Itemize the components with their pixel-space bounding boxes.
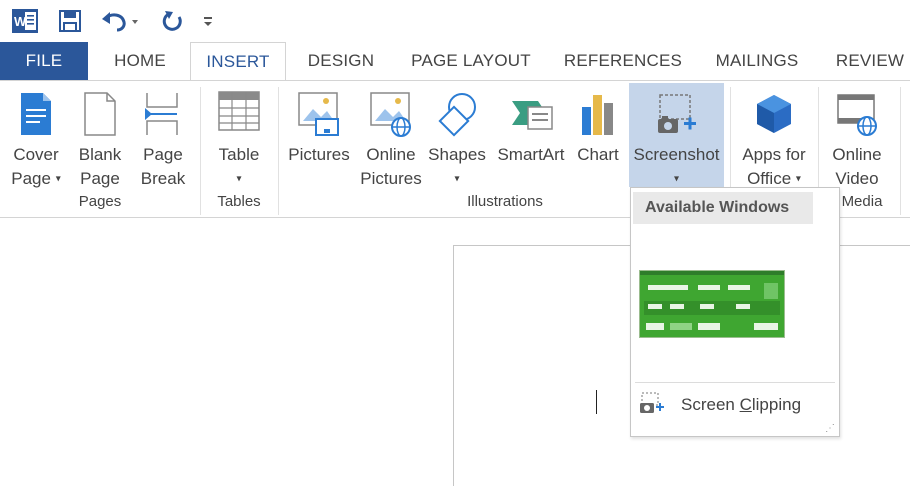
tab-file[interactable]: FILE [0, 42, 88, 80]
tab-page-layout[interactable]: PAGE LAYOUT [400, 42, 542, 80]
tab-review[interactable]: REVIEW [828, 42, 910, 80]
resize-grip-icon[interactable]: ⋰ [825, 424, 835, 434]
online-video-icon [834, 91, 880, 142]
tab-references[interactable]: REFERENCES [556, 42, 690, 80]
screenshot-button[interactable]: Screenshot ▾ [629, 83, 724, 187]
tab-design[interactable]: DESIGN [296, 42, 386, 80]
chart-label: Chart [577, 145, 619, 164]
blank-page-label-line1: Blank [78, 145, 122, 164]
group-label-pages: Pages [78, 193, 122, 210]
chevron-down-icon: ▾ [55, 173, 61, 185]
screen-clipping-icon [639, 392, 665, 419]
online-pictures-label-line1: Online [366, 145, 416, 164]
svg-text:W: W [14, 14, 27, 29]
menu-separator [635, 382, 835, 383]
save-icon[interactable] [56, 8, 84, 34]
page-break-icon [143, 91, 183, 142]
page-break-label-line1: Page [143, 145, 183, 164]
online-pictures-button[interactable]: Online Pictures [358, 83, 424, 195]
available-windows-header: Available Windows [633, 192, 813, 224]
group-label-tables: Tables [217, 193, 261, 210]
online-pictures-label-line2: Pictures [360, 169, 422, 188]
chevron-down-icon: ▾ [795, 173, 801, 185]
online-pictures-icon [368, 91, 414, 142]
table-icon [218, 91, 260, 136]
screenshot-dropdown: Available Windows Screen Clipping ⋰ [630, 187, 840, 437]
shapes-button[interactable]: Shapes ▾ [428, 83, 486, 195]
redo-icon[interactable] [158, 8, 186, 34]
undo-icon[interactable] [98, 8, 142, 34]
screenshot-label: Screenshot [633, 145, 720, 164]
table-label: Table [218, 145, 260, 164]
pictures-icon [296, 91, 342, 142]
word-logo-icon[interactable]: W [10, 8, 40, 34]
page-break-label-line2: Break [140, 169, 186, 188]
group-divider [200, 87, 201, 215]
group-divider [900, 87, 901, 215]
apps-for-office-label-line1: Apps for [742, 145, 806, 164]
online-video-label-line1: Online [832, 145, 882, 164]
blank-page-button[interactable]: Blank Page [72, 83, 128, 195]
group-label-illustrations: Illustrations [467, 193, 543, 210]
cover-page-label-line2: Page [11, 169, 51, 188]
chart-icon [578, 91, 618, 142]
smartart-icon [508, 91, 554, 142]
chevron-down-icon: ▾ [673, 173, 680, 185]
chart-button[interactable]: Chart [574, 83, 622, 195]
ribbon-tabs: FILE HOME INSERT DESIGN PAGE LAYOUT REFE… [0, 42, 910, 81]
text-cursor [596, 390, 597, 414]
smartart-button[interactable]: SmartArt [490, 83, 572, 195]
table-button[interactable]: Table ▾ [208, 83, 270, 195]
smartart-label: SmartArt [497, 145, 565, 164]
cover-page-button[interactable]: Cover Page ▾ [6, 83, 66, 195]
tab-insert[interactable]: INSERT [190, 42, 286, 81]
quick-access-toolbar: W [0, 0, 910, 42]
online-video-button[interactable]: Online Video [826, 83, 888, 195]
apps-for-office-icon [751, 91, 797, 142]
tab-mailings[interactable]: MAILINGS [702, 42, 812, 80]
screen-clipping-menu-item[interactable]: Screen Clipping [639, 388, 829, 422]
group-divider [278, 87, 279, 215]
screen-clipping-label: Screen Clipping [681, 395, 802, 414]
apps-for-office-button[interactable]: Apps for Office ▾ [736, 83, 812, 195]
tab-home[interactable]: HOME [96, 42, 184, 80]
chevron-down-icon: ▾ [454, 173, 460, 185]
page-break-button[interactable]: Page Break [134, 83, 192, 195]
pictures-button[interactable]: Pictures [286, 83, 352, 195]
apps-for-office-label-line2: Office [747, 169, 792, 188]
window-thumbnail[interactable] [639, 270, 785, 338]
screenshot-icon [654, 91, 700, 142]
shapes-label: Shapes [428, 145, 486, 164]
blank-page-label-line2: Page [80, 169, 120, 188]
shapes-icon [434, 91, 480, 142]
cover-page-icon [19, 91, 53, 142]
blank-page-icon [83, 91, 117, 142]
pictures-label: Pictures [288, 145, 350, 164]
customize-qat-icon[interactable] [198, 8, 218, 34]
chevron-down-icon: ▾ [236, 173, 242, 185]
cover-page-label-line1: Cover [13, 145, 59, 164]
